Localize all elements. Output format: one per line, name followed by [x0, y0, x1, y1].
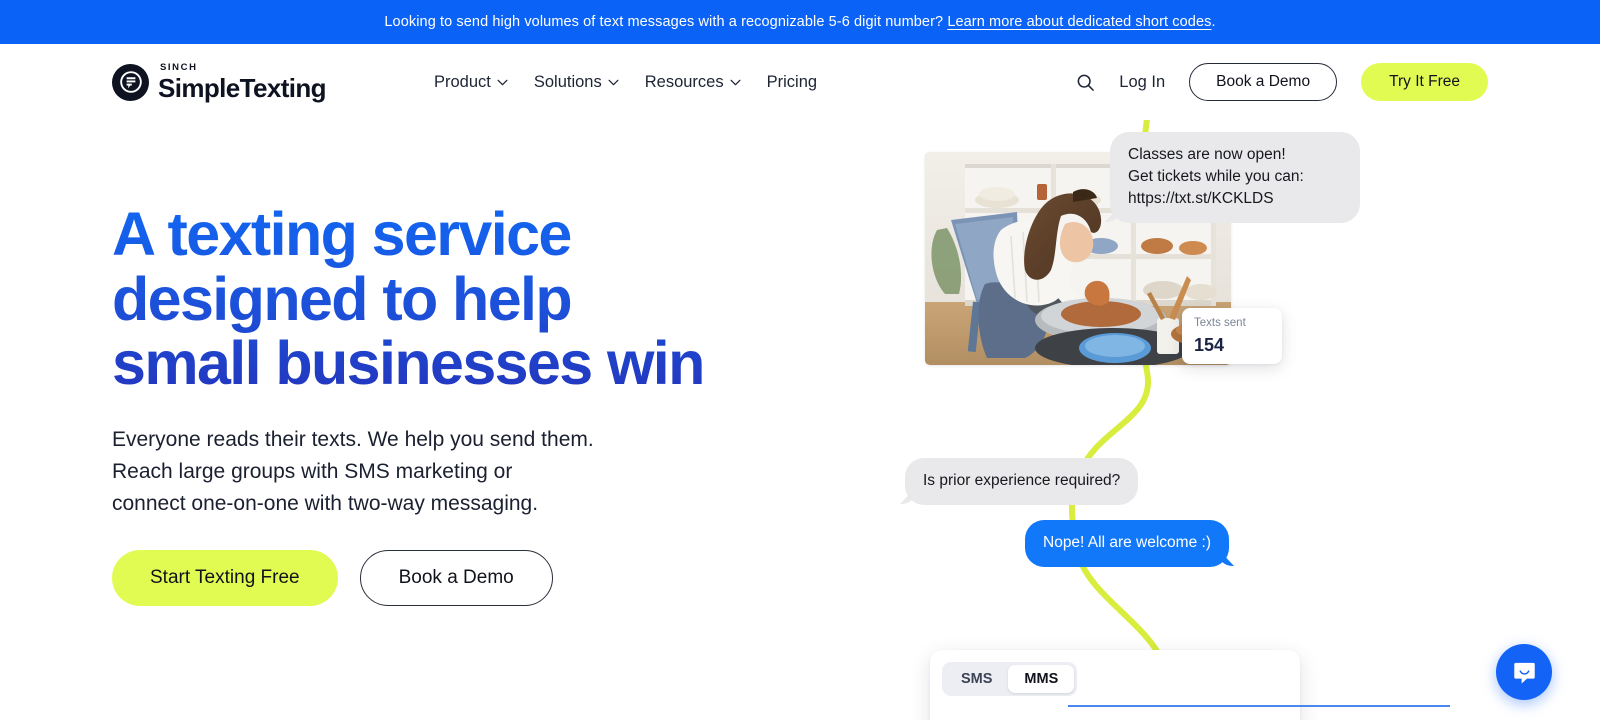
- logo-text: SINCH SimpleTexting: [158, 62, 327, 103]
- sms-mms-toggle[interactable]: SMS MMS: [942, 662, 1078, 696]
- logo-eyebrow: SINCH: [160, 62, 198, 74]
- page-title: A texting service designed to help small…: [112, 202, 812, 396]
- hero-book-demo-button[interactable]: Book a Demo: [359, 549, 553, 606]
- banner-link[interactable]: Learn more about dedicated short codes: [947, 14, 1211, 30]
- banner-period: .: [1211, 14, 1216, 30]
- hero-section: A texting service designed to help small…: [0, 120, 1600, 720]
- chevron-down-icon: [608, 79, 619, 85]
- start-texting-free-button[interactable]: Start Texting Free: [112, 549, 338, 606]
- nav-item-solutions[interactable]: Solutions: [534, 73, 619, 92]
- stat-value: 154: [1194, 334, 1225, 355]
- banner-text: Looking to send high volumes of text mes…: [384, 14, 1215, 30]
- composer-divider: [1068, 705, 1450, 707]
- nav-label: Pricing: [766, 72, 818, 91]
- chevron-down-icon: [497, 79, 508, 85]
- main-nav: Product Solutions Resources Pricing: [434, 73, 817, 92]
- try-it-free-button[interactable]: Try It Free: [1361, 63, 1488, 101]
- chat-widget-button[interactable]: [1496, 644, 1552, 700]
- hero-cta-group: Start Texting Free Book a Demo: [112, 549, 812, 606]
- stat-label: Texts sent: [1194, 317, 1246, 329]
- chat-bubble-icon: [1513, 662, 1535, 683]
- announcement-banner: Looking to send high volumes of text mes…: [0, 0, 1600, 44]
- nav-label: Resources: [644, 72, 724, 91]
- header-actions: Log In Book a Demo Try It Free: [1076, 63, 1488, 101]
- site-header: SINCH SimpleTexting Product Solutions Re…: [0, 44, 1600, 120]
- logo-name: SimpleTexting: [158, 72, 327, 103]
- message-bubble-promo: Classes are now open! Get tickets while …: [1110, 132, 1360, 223]
- toggle-option-mms[interactable]: MMS: [1008, 665, 1075, 693]
- login-link[interactable]: Log In: [1119, 73, 1165, 92]
- search-icon[interactable]: [1076, 73, 1095, 92]
- chevron-down-icon: [730, 79, 741, 85]
- message-bubble-question: Is prior experience required?: [905, 458, 1139, 505]
- toggle-option-sms[interactable]: SMS: [945, 665, 1008, 693]
- book-demo-button[interactable]: Book a Demo: [1189, 63, 1338, 101]
- message-composer-card: SMS MMS: [930, 650, 1450, 720]
- nav-label: Solutions: [533, 72, 602, 91]
- logo[interactable]: SINCH SimpleTexting: [112, 62, 327, 103]
- nav-label: Product: [433, 72, 491, 91]
- message-bubble-answer: Nope! All are welcome :): [1025, 520, 1229, 567]
- hero-copy: A texting service designed to help small…: [112, 202, 812, 606]
- nav-item-resources[interactable]: Resources: [645, 73, 741, 92]
- hero-subtitle: Everyone reads their texts. We help you …: [112, 427, 594, 515]
- nav-item-pricing[interactable]: Pricing: [767, 73, 817, 92]
- hero-visual: Classes are now open! Get tickets while …: [880, 120, 1600, 720]
- texts-sent-card: Texts sent 154: [1182, 308, 1282, 364]
- nav-item-product[interactable]: Product: [434, 73, 508, 92]
- banner-message: Looking to send high volumes of text mes…: [384, 14, 948, 30]
- speech-bubble-icon: [112, 63, 149, 101]
